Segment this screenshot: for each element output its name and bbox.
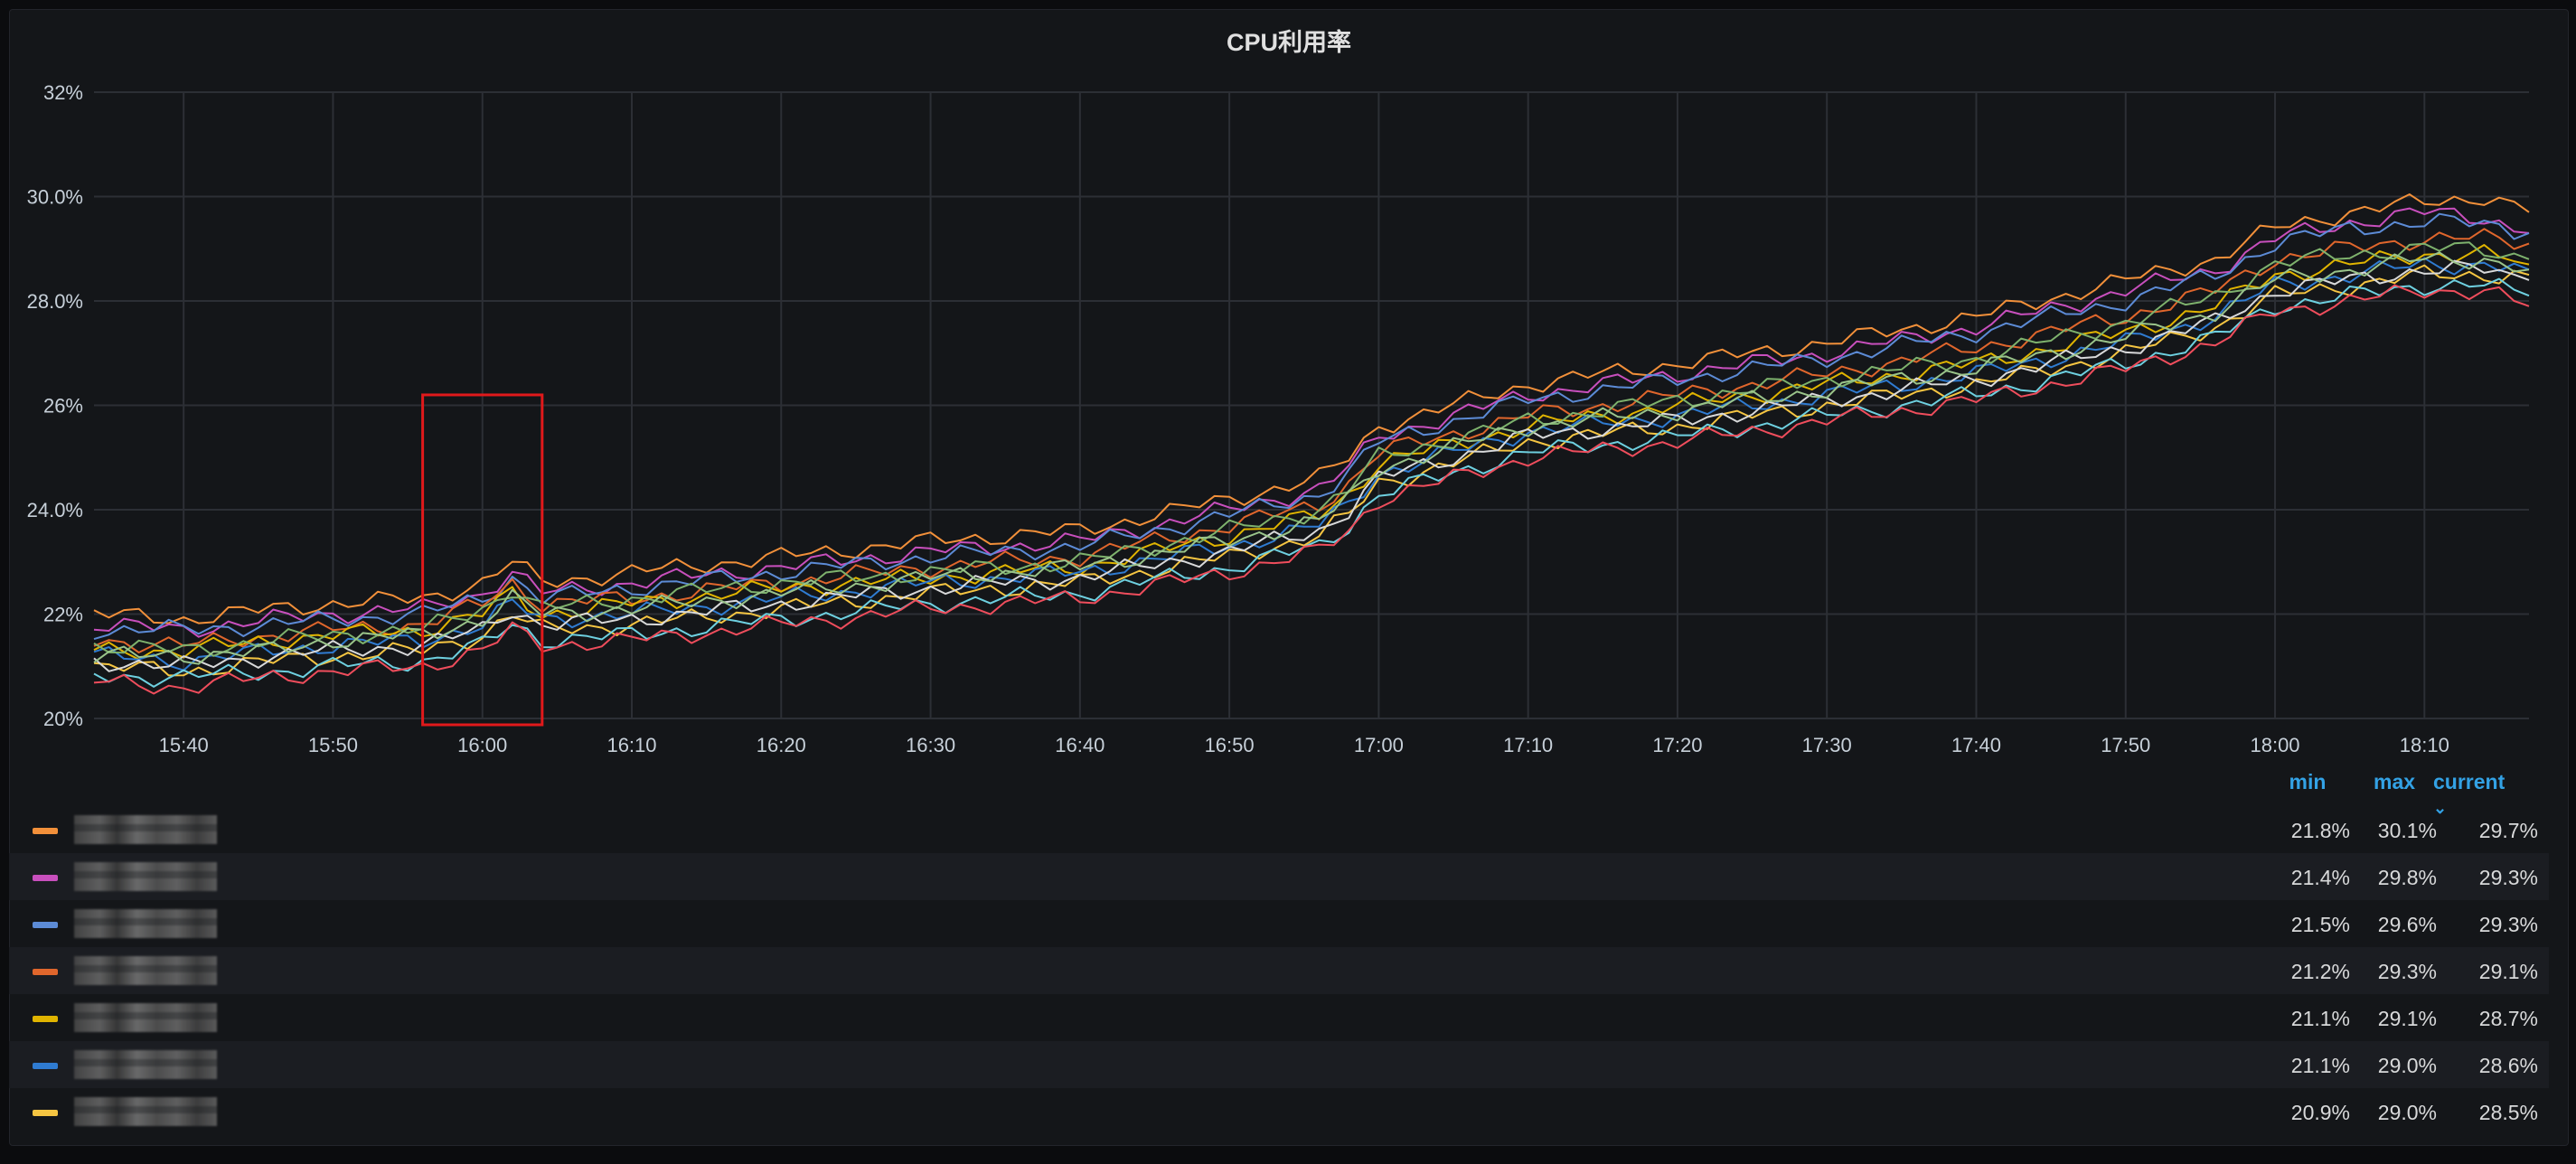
series-color-swatch[interactable] — [33, 1016, 58, 1022]
x-tick-label: 15:40 — [159, 734, 209, 756]
series-line[interactable] — [93, 257, 2530, 671]
legend-current-value: 28.7% — [2478, 1007, 2538, 1030]
legend-current-value: 28.5% — [2478, 1101, 2538, 1124]
redacted-series-name[interactable] — [74, 909, 217, 938]
legend-min-value: 20.9% — [2290, 1101, 2350, 1124]
x-tick-label: 16:20 — [757, 734, 806, 756]
series-color-swatch[interactable] — [33, 1063, 58, 1069]
legend-row[interactable]: 21.2% 29.3% 29.1% — [9, 947, 2549, 994]
legend-min-value: 21.2% — [2290, 960, 2350, 983]
y-tick-label: 26% — [43, 395, 83, 418]
y-tick-label: 22% — [43, 604, 83, 626]
y-tick-label: 32% — [43, 81, 83, 104]
series-line[interactable] — [93, 193, 2530, 624]
redacted-series-name[interactable] — [74, 1050, 217, 1079]
legend-max-value: 29.0% — [2377, 1054, 2437, 1077]
legend-current-value: 29.1% — [2478, 960, 2538, 983]
legend-current-value: 29.7% — [2478, 819, 2538, 842]
x-tick-label: 16:00 — [457, 734, 507, 756]
legend-current-value: 28.6% — [2478, 1054, 2538, 1077]
x-tick-label: 16:50 — [1205, 734, 1255, 756]
redacted-series-name[interactable] — [74, 862, 217, 891]
series-line[interactable] — [93, 244, 2530, 661]
legend-header-current-label: current — [2433, 770, 2505, 793]
series-line[interactable] — [93, 241, 2530, 657]
x-tick-label: 17:40 — [1951, 734, 2001, 756]
legend-row[interactable]: 21.8% 30.1% 29.7% — [9, 806, 2549, 853]
legend-row[interactable]: 21.1% 29.1% 28.7% — [9, 994, 2549, 1041]
x-tick-label: 17:30 — [1802, 734, 1852, 756]
x-tick-label: 17:20 — [1652, 734, 1702, 756]
y-tick-label: 20% — [43, 708, 83, 730]
legend-current-value: 29.3% — [2478, 913, 2538, 936]
redacted-series-name[interactable] — [74, 815, 217, 844]
series-color-swatch[interactable] — [33, 875, 58, 881]
series-line[interactable] — [93, 207, 2530, 638]
legend-max-value: 29.8% — [2377, 866, 2437, 889]
series-line[interactable] — [93, 228, 2530, 653]
x-tick-label: 18:00 — [2250, 734, 2299, 756]
redacted-series-name[interactable] — [74, 956, 217, 985]
y-tick-label: 28.0% — [27, 290, 83, 313]
legend-max-value: 29.6% — [2377, 913, 2437, 936]
x-tick-label: 16:10 — [606, 734, 656, 756]
legend-min-value: 21.1% — [2290, 1007, 2350, 1030]
legend-header-max[interactable]: max — [2374, 770, 2415, 794]
series-color-swatch[interactable] — [33, 969, 58, 975]
x-tick-label: 17:50 — [2101, 734, 2150, 756]
x-tick-label: 16:30 — [906, 734, 955, 756]
x-tick-label: 17:00 — [1354, 734, 1404, 756]
legend-min-value: 21.5% — [2290, 913, 2350, 936]
x-tick-label: 18:10 — [2400, 734, 2449, 756]
legend-row[interactable]: 21.4% 29.8% 29.3% — [9, 853, 2549, 900]
legend-min-value: 21.4% — [2290, 866, 2350, 889]
series-color-swatch[interactable] — [33, 1110, 58, 1116]
cpu-line-chart[interactable]: 20% 22% 24.0% 26% 28.0% 30.0% 32% 15:40 15:50 16:… — [0, 0, 2576, 777]
legend-max-value: 29.3% — [2377, 960, 2437, 983]
legend-max-value: 29.1% — [2377, 1007, 2437, 1030]
legend-max-value: 30.1% — [2377, 819, 2437, 842]
series-color-swatch[interactable] — [33, 922, 58, 928]
x-tick-label: 17:10 — [1503, 734, 1553, 756]
legend-min-value: 21.1% — [2290, 1054, 2350, 1077]
series-color-swatch[interactable] — [33, 828, 58, 834]
legend-row[interactable]: 21.5% 29.6% 29.3% — [9, 900, 2549, 947]
legend-row[interactable]: 20.9% 29.0% 28.5% — [9, 1088, 2549, 1135]
legend-header-min[interactable]: min — [2287, 770, 2328, 794]
legend-min-value: 21.8% — [2290, 819, 2350, 842]
y-tick-label: 30.0% — [27, 186, 83, 209]
redacted-series-name[interactable] — [74, 1097, 217, 1126]
legend-current-value: 29.3% — [2478, 866, 2538, 889]
legend-row[interactable]: 21.1% 29.0% 28.6% — [9, 1041, 2549, 1088]
legend-max-value: 29.0% — [2377, 1101, 2437, 1124]
redacted-series-name[interactable] — [74, 1003, 217, 1032]
series-line[interactable] — [93, 259, 2530, 672]
x-tick-label: 15:50 — [308, 734, 358, 756]
x-tick-label: 16:40 — [1055, 734, 1105, 756]
y-tick-label: 24.0% — [27, 499, 83, 521]
